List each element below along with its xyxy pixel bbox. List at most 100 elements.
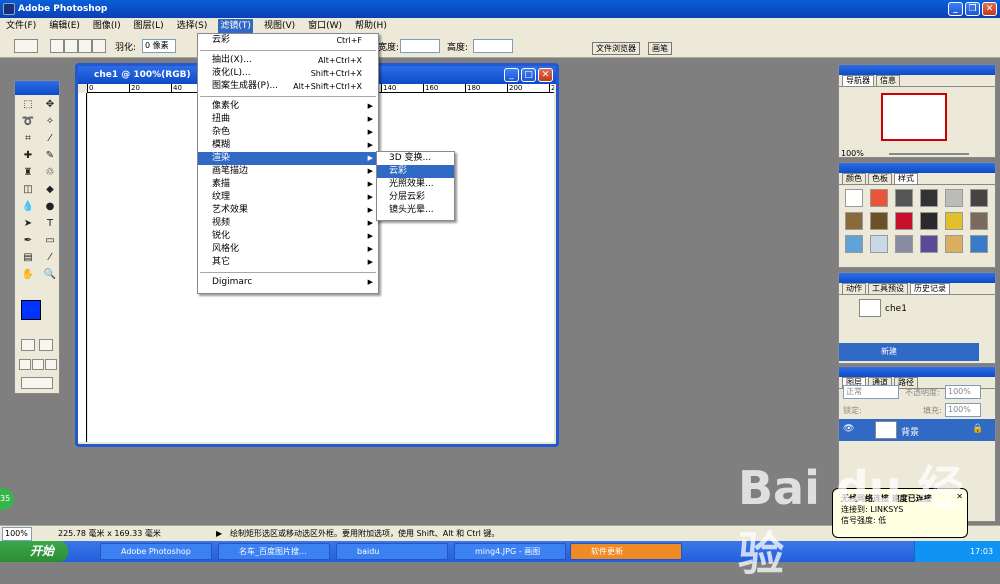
style-swatch[interactable] [920,235,938,253]
style-swatch[interactable] [920,212,938,230]
menu-image[interactable]: 图像(I) [91,19,123,33]
stamp-tool-icon[interactable]: ♜ [19,166,37,180]
eyedropper-icon[interactable]: ⁄ [41,251,59,265]
play-icon[interactable]: ▶ [216,526,222,541]
screen-mode-full-icon[interactable] [45,359,57,370]
snapshot-name[interactable]: che1 [885,304,907,314]
brush-tool-icon[interactable]: ✎ [41,149,59,163]
hand-tool-icon[interactable]: ✋ [19,268,37,282]
move-tool-icon[interactable]: ✥ [41,98,59,112]
width-input[interactable] [400,39,440,53]
tab-info[interactable]: 信息 [876,75,900,86]
style-swatch[interactable] [870,235,888,253]
task-browser[interactable]: 名车_百度图片搜... [218,543,330,560]
screen-mode-full-menu-icon[interactable] [32,359,44,370]
style-swatch[interactable] [945,235,963,253]
render-lens-flare[interactable]: 镜头光晕... [377,204,454,217]
lasso-tool-icon[interactable]: ➰ [19,115,37,129]
task-software-update[interactable]: 软件更新 [570,543,682,560]
shape-tool-icon[interactable]: ▭ [41,234,59,248]
tab-swatches[interactable]: 色板 [868,173,892,184]
style-swatch[interactable] [845,212,863,230]
tab-navigator[interactable]: 导航器 [842,75,874,86]
filter-noise[interactable]: 杂色 ▶ [198,126,378,139]
navigator-zoom[interactable]: 100% [841,149,864,158]
blur-tool-icon[interactable]: 💧 [19,200,37,214]
magic-wand-icon[interactable]: ✧ [41,115,59,129]
type-tool-icon[interactable]: T [41,217,59,231]
menu-layer[interactable]: 图层(L) [132,19,166,33]
filter-extract[interactable]: 抽出(X)... Alt+Ctrl+X [198,54,378,67]
crop-tool-icon[interactable]: ⌗ [19,132,37,146]
healing-brush-icon[interactable]: ✚ [19,149,37,163]
eraser-tool-icon[interactable]: ◫ [19,183,37,197]
foreground-color-swatch[interactable] [21,300,41,320]
clock[interactable]: 17:03 [970,547,993,556]
menu-select[interactable]: 选择(S) [175,19,210,33]
quickmask-mode-icon[interactable] [39,339,53,351]
style-swatch[interactable] [920,189,938,207]
filter-pattern-maker[interactable]: 图案生成器(P)... Alt+Shift+Ctrl+X [198,80,378,93]
filter-video[interactable]: 视频 ▶ [198,217,378,230]
filter-stylize[interactable]: 风格化 ▶ [198,243,378,256]
filter-liquify[interactable]: 液化(L)... Shift+Ctrl+X [198,67,378,80]
subtract-selection-icon[interactable] [78,39,92,53]
marquee-tool-preset-icon[interactable] [14,39,38,53]
history-state-new[interactable]: 新建 [839,343,979,361]
render-clouds[interactable]: 云彩 [377,165,454,178]
menu-window[interactable]: 窗口(W) [306,19,344,33]
style-swatch[interactable] [870,212,888,230]
close-button[interactable]: ✕ [982,2,997,16]
filter-brush-strokes[interactable]: 画笔描边 ▶ [198,165,378,178]
style-swatch[interactable] [845,235,863,253]
menu-edit[interactable]: 编辑(E) [47,19,82,33]
style-swatch[interactable] [970,212,988,230]
restore-button[interactable]: ❐ [965,2,980,16]
fill-input[interactable]: 100% [945,403,981,417]
render-3d-transform[interactable]: 3D 变换... [377,152,454,165]
navigator-preview[interactable] [881,93,947,141]
file-browser-tab[interactable]: 文件浏览器 [592,42,640,55]
style-swatch[interactable] [895,189,913,207]
dodge-tool-icon[interactable]: ● [41,200,59,214]
intersect-selection-icon[interactable] [92,39,106,53]
doc-close-button[interactable]: ✕ [538,68,553,82]
style-swatch[interactable] [945,212,963,230]
standard-mode-icon[interactable] [21,339,35,351]
new-selection-icon[interactable] [50,39,64,53]
minimize-button[interactable]: _ [948,2,963,16]
task-paint[interactable]: ming4.JPG - 画图 [454,543,566,560]
pen-tool-icon[interactable]: ✒ [19,234,37,248]
style-swatch[interactable] [870,189,888,207]
bucket-tool-icon[interactable]: ◆ [41,183,59,197]
tab-actions[interactable]: 动作 [842,283,866,294]
filter-sharpen[interactable]: 锐化 ▶ [198,230,378,243]
tab-history[interactable]: 历史记录 [910,283,950,294]
filter-sketch[interactable]: 素描 ▶ [198,178,378,191]
style-swatch[interactable] [945,189,963,207]
filter-artistic[interactable]: 艺术效果 ▶ [198,204,378,217]
menu-filter[interactable]: 滤镜(T) [218,19,253,33]
zoom-tool-icon[interactable]: 🔍 [41,268,59,282]
brushes-tab[interactable]: 画笔 [648,42,672,55]
filter-other[interactable]: 其它 ▶ [198,256,378,269]
layer-row-background[interactable]: 👁 背景 🔒 [839,419,995,441]
style-swatch[interactable] [970,235,988,253]
doc-maximize-button[interactable]: □ [521,68,536,82]
tab-tool-presets[interactable]: 工具预设 [868,283,908,294]
style-swatch[interactable] [970,189,988,207]
add-selection-icon[interactable] [64,39,78,53]
slice-tool-icon[interactable]: ⁄ [41,132,59,146]
task-photoshop[interactable]: Adobe Photoshop [100,543,212,560]
feather-input[interactable]: 0 像素 [142,39,176,53]
menu-file[interactable]: 文件(F) [4,19,38,33]
tab-styles[interactable]: 样式 [894,173,918,184]
eye-icon[interactable]: 👁 [843,424,854,434]
doc-minimize-button[interactable]: _ [504,68,519,82]
screen-mode-standard-icon[interactable] [19,359,31,370]
side-bubble-badge[interactable]: 35 [0,488,14,510]
filter-blur[interactable]: 模糊 ▶ [198,139,378,152]
filter-render[interactable]: 渲染 ▶ [198,152,378,165]
menu-view[interactable]: 视图(V) [262,19,297,33]
filter-digimarc[interactable]: Digimarc ▶ [198,276,378,289]
